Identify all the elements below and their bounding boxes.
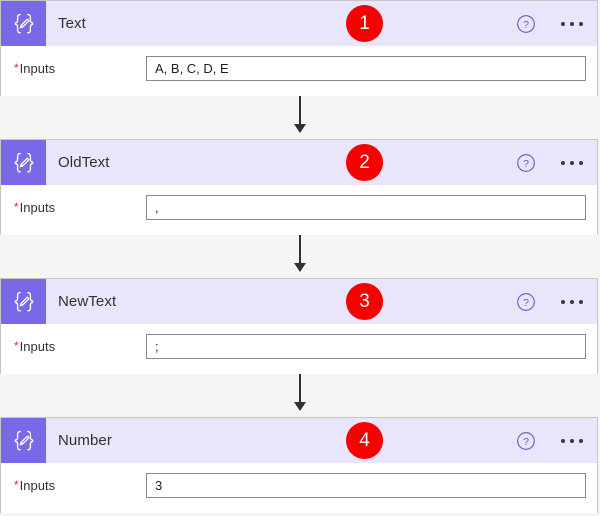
card-title: OldText bbox=[58, 154, 110, 171]
more-dot bbox=[561, 438, 565, 443]
parameter-card[interactable]: Text 1 ? *Inputs bbox=[0, 0, 598, 96]
required-asterisk: * bbox=[14, 478, 19, 492]
card-body: *Inputs bbox=[1, 463, 597, 513]
more-dot bbox=[579, 21, 583, 26]
card-header-actions: ? bbox=[511, 140, 597, 185]
flow-connector-arrow bbox=[292, 96, 308, 134]
inputs-field-label: *Inputs bbox=[14, 478, 55, 493]
more-dot bbox=[570, 21, 574, 26]
more-horizontal-icon[interactable] bbox=[555, 148, 589, 178]
card-title: Text bbox=[58, 15, 86, 32]
more-dot bbox=[570, 299, 574, 304]
inputs-label-text: Inputs bbox=[19, 200, 56, 215]
more-dot bbox=[561, 299, 565, 304]
more-dot bbox=[561, 160, 565, 165]
required-asterisk: * bbox=[14, 339, 19, 353]
card-header-actions: ? bbox=[511, 1, 597, 46]
inputs-field[interactable] bbox=[146, 195, 586, 220]
card-body: *Inputs bbox=[1, 324, 597, 374]
card-body: *Inputs bbox=[1, 46, 597, 96]
help-circle-icon[interactable]: ? bbox=[511, 287, 541, 317]
svg-text:?: ? bbox=[523, 297, 529, 309]
more-horizontal-icon[interactable] bbox=[555, 287, 589, 317]
inputs-label-text: Inputs bbox=[19, 339, 56, 354]
more-horizontal-icon[interactable] bbox=[555, 426, 589, 456]
inputs-field[interactable] bbox=[146, 473, 586, 498]
more-dot bbox=[570, 438, 574, 443]
more-dot bbox=[561, 21, 565, 26]
card-header-actions: ? bbox=[511, 418, 597, 463]
card-title: Number bbox=[58, 432, 112, 449]
required-asterisk: * bbox=[14, 200, 19, 214]
status-badge: 4 bbox=[346, 422, 383, 459]
expression-pencil-icon bbox=[1, 279, 46, 324]
card-body: *Inputs bbox=[1, 185, 597, 235]
svg-text:?: ? bbox=[523, 19, 529, 31]
more-horizontal-icon[interactable] bbox=[555, 9, 589, 39]
flow-connector-arrow bbox=[292, 235, 308, 273]
help-circle-icon[interactable]: ? bbox=[511, 9, 541, 39]
help-circle-icon[interactable]: ? bbox=[511, 148, 541, 178]
more-dot bbox=[579, 299, 583, 304]
inputs-field[interactable] bbox=[146, 56, 586, 81]
help-circle-icon[interactable]: ? bbox=[511, 426, 541, 456]
status-badge: 2 bbox=[346, 144, 383, 181]
card-header[interactable]: OldText 2 ? bbox=[1, 140, 597, 185]
expression-pencil-icon bbox=[1, 1, 46, 46]
inputs-field-label: *Inputs bbox=[14, 61, 55, 76]
flow-canvas: Text 1 ? *Inputs A, B, C, D, E OldText 2… bbox=[0, 0, 600, 516]
parameter-card[interactable]: OldText 2 ? *Inputs bbox=[0, 139, 598, 235]
card-title: NewText bbox=[58, 293, 117, 310]
expression-pencil-icon bbox=[1, 418, 46, 463]
inputs-field-label: *Inputs bbox=[14, 339, 55, 354]
status-badge: 3 bbox=[346, 283, 383, 320]
more-dot bbox=[570, 160, 574, 165]
card-header[interactable]: Text 1 ? bbox=[1, 1, 597, 46]
parameter-card[interactable]: NewText 3 ? *Inputs bbox=[0, 278, 598, 374]
card-header[interactable]: NewText 3 ? bbox=[1, 279, 597, 324]
flow-connector-arrow bbox=[292, 374, 308, 412]
inputs-field-label: *Inputs bbox=[14, 200, 55, 215]
status-badge: 1 bbox=[346, 5, 383, 42]
card-header-actions: ? bbox=[511, 279, 597, 324]
more-dot bbox=[579, 438, 583, 443]
inputs-field[interactable] bbox=[146, 334, 586, 359]
svg-text:?: ? bbox=[523, 158, 529, 170]
card-header[interactable]: Number 4 ? bbox=[1, 418, 597, 463]
svg-text:?: ? bbox=[523, 436, 529, 448]
inputs-label-text: Inputs bbox=[19, 478, 56, 493]
inputs-label-text: Inputs bbox=[19, 61, 56, 76]
more-dot bbox=[579, 160, 583, 165]
required-asterisk: * bbox=[14, 61, 19, 75]
expression-pencil-icon bbox=[1, 140, 46, 185]
parameter-card[interactable]: Number 4 ? *Inputs bbox=[0, 417, 598, 513]
